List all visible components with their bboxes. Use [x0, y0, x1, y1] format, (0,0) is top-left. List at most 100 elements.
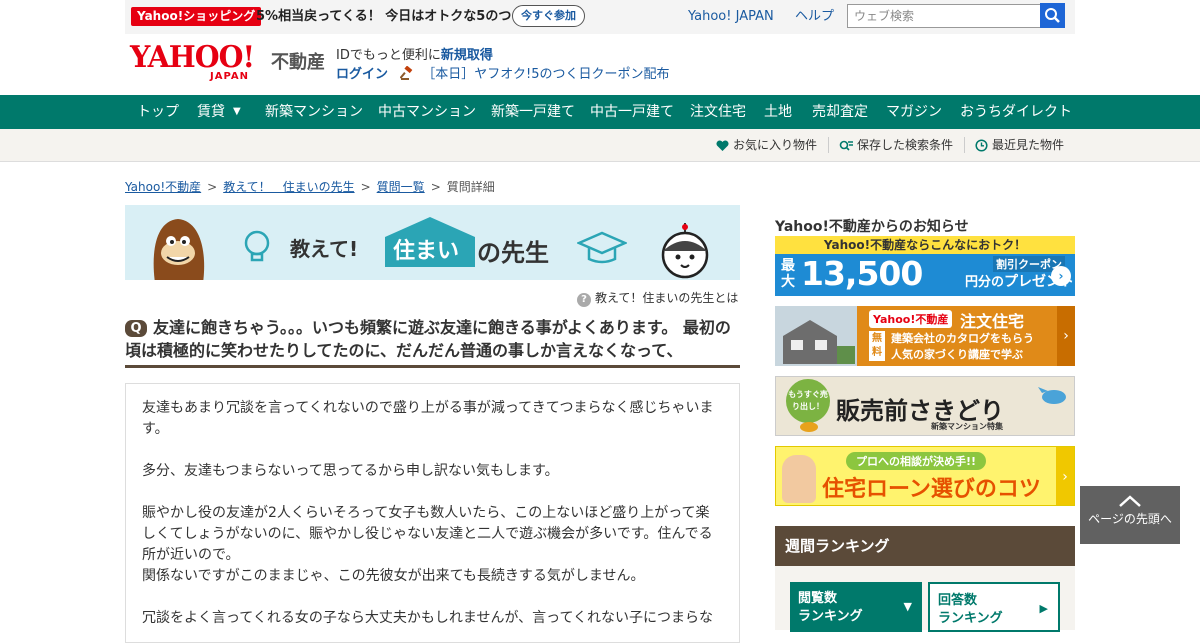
help-icon: ?: [577, 293, 591, 307]
coupon-amount: 13,500: [801, 254, 923, 293]
breadcrumb-separator: >: [207, 180, 218, 194]
heart-icon: [716, 140, 729, 151]
chevron-right-icon: ▶: [1039, 602, 1048, 615]
recent-label: 最近見た物件: [992, 138, 1065, 152]
nav-ouchi-direct[interactable]: おうちダイレクト: [960, 95, 1072, 129]
banner-title-part1: 教えて!: [290, 237, 359, 261]
banner-title-part3: の先生: [477, 239, 549, 267]
advisor-illustration-icon: [782, 455, 816, 503]
favorites-label: お気に入り物件: [733, 138, 818, 152]
divider: [828, 137, 829, 153]
logo-japan: JAPAN: [210, 71, 249, 82]
loan-title: 住宅ローン選びのコツ: [822, 477, 1041, 502]
sumai-sensei-banner[interactable]: 教えて! 住まい の先生: [125, 205, 740, 280]
nav-used-house[interactable]: 中古一戸建て: [590, 95, 674, 129]
chevron-up-icon: [1119, 495, 1141, 507]
about-sensei-label: 教えて！住まいの先生とは: [595, 291, 739, 305]
login-link[interactable]: ログイン: [336, 67, 388, 82]
notice-heading: Yahoo!不動産からのお知らせ: [775, 219, 969, 235]
service-name: 不動産: [271, 52, 325, 73]
nav-new-mansion[interactable]: 新築マンション: [265, 95, 363, 129]
logo-wordmark: YAHOO!: [130, 40, 255, 75]
coupon-max: 最大: [781, 258, 795, 290]
search-icon: [1045, 8, 1060, 23]
house-photo-icon: [775, 306, 857, 366]
free-badge: 無料: [869, 331, 885, 361]
help-link[interactable]: ヘルプ: [795, 8, 834, 26]
lightbulb-icon: [244, 230, 270, 262]
nav-magazine[interactable]: マガジン: [886, 95, 942, 129]
question-paragraph: 友達もあまり冗談を言ってくれないので盛り上がる事が減ってきてつまらなく感じちゃい…: [142, 400, 714, 437]
nav-top[interactable]: トップ: [137, 95, 179, 129]
bird-icon: [800, 422, 818, 432]
recent-link[interactable]: 最近見た物件: [975, 137, 1064, 153]
question-title: Q 友達に飽きちゃう。。。いつも頻繁に遊ぶ友達に飽きる事がよくあります。 最初の頃…: [125, 316, 740, 362]
question-title-text: 友達に飽きちゃう。。。いつも頻繁に遊ぶ友達に飽きる事がよくあります。 最初の頃は…: [125, 318, 731, 360]
divider: [964, 137, 965, 153]
question-paragraph: 多分、友達もつまらないって思ってるから申し訳ない気もします。: [142, 463, 559, 479]
banner-title-part2: 住まい: [393, 239, 460, 264]
favorites-link[interactable]: お気に入り物件: [716, 137, 817, 153]
nav-rental[interactable]: 賃貸: [197, 95, 225, 129]
join-now-button[interactable]: 今すぐ参加: [512, 5, 585, 27]
gavel-icon: [400, 66, 413, 80]
nav-new-house[interactable]: 新築一戸建て: [491, 95, 575, 129]
nav-land[interactable]: 土地: [764, 95, 792, 129]
chevron-right-icon: ›: [1056, 447, 1074, 505]
pre-sale-ad[interactable]: もうすぐ売り出し！ 販売前さきどり 新築マンション特集: [775, 376, 1075, 436]
id-promo: IDでもっと便利に新規取得: [336, 44, 493, 63]
tab-view-ranking-label: 閲覧数 ランキング: [798, 591, 863, 624]
chevron-right-icon: ›: [1051, 266, 1071, 286]
question-badge: Q: [125, 320, 147, 337]
yahoo-japan-link[interactable]: Yahoo! JAPAN: [688, 8, 774, 26]
promo-text[interactable]: 5%相当戻ってくる！ 今日はオトクな5のつく日: [256, 7, 537, 26]
auction-notice-link[interactable]: ［本日］ヤフオク!5のつく日クーポン配布: [422, 67, 669, 82]
search-button[interactable]: [1040, 3, 1065, 28]
custom-house-brand: Yahoo!不動産: [869, 310, 953, 328]
saved-search-link[interactable]: 保存した検索条件: [839, 137, 953, 153]
question-paragraph: 賑やかし役の友達が2人くらいそろって女子も数人いたら、この上ないほど盛り上がって…: [142, 505, 713, 584]
breadcrumb-home[interactable]: Yahoo!不動産: [125, 180, 201, 194]
chevron-down-icon: ▼: [903, 600, 912, 613]
mascot-character-icon: [153, 219, 205, 280]
main-nav: トップ 賃貸 ▼ 新築マンション 中古マンション 新築一戸建て 中古一戸建て 注…: [0, 95, 1200, 129]
chevron-right-icon: ›: [1057, 306, 1075, 366]
pre-sale-sub: 新築マンション特集: [931, 422, 1003, 431]
weekly-ranking-heading: 週間ランキング: [775, 526, 1075, 566]
nav-used-mansion[interactable]: 中古マンション: [378, 95, 476, 129]
yahoo-logo[interactable]: YAHOO! JAPAN: [130, 40, 268, 86]
saved-search-label: 保存した検索条件: [857, 138, 954, 152]
back-to-top-label: ページの先頭へ: [1088, 512, 1172, 526]
custom-house-line2: 人気の家づくり講座で学ぶ: [891, 348, 1023, 361]
custom-house-line1: 建築会社のカタログをもらう: [891, 332, 1034, 345]
ranking-tabs: 閲覧数 ランキング ▼ 回答数 ランキング ▶: [775, 566, 1075, 632]
id-prefix-text: IDでもっと便利に: [336, 48, 441, 63]
chevron-down-icon[interactable]: ▼: [233, 95, 241, 129]
tab-view-ranking[interactable]: 閲覧数 ランキング ▼: [790, 582, 922, 632]
breadcrumb-current: 質問詳細: [446, 180, 495, 194]
loan-ad[interactable]: プロへの相談が決め手!! 住宅ローン選びのコツ ›: [775, 446, 1075, 506]
shopping-badge[interactable]: Yahoo!ショッピング: [131, 7, 262, 26]
breadcrumb-question-list[interactable]: 質問一覧: [377, 180, 425, 194]
tab-answer-ranking-label: 回答数 ランキング: [938, 593, 1003, 626]
login-row: ログイン ［本日］ヤフオク!5のつく日クーポン配布: [336, 63, 670, 82]
tab-answer-ranking[interactable]: 回答数 ランキング ▶: [928, 582, 1060, 632]
clock-icon: [975, 139, 988, 152]
breadcrumb-separator: >: [360, 180, 371, 194]
breadcrumb: Yahoo!不動産 > 教えて！ 住まいの先生 > 質問一覧 > 質問詳細: [125, 178, 495, 195]
question-body: 友達もあまり冗談を言ってくれないので盛り上がる事が減ってきてつまらなく感じちゃい…: [125, 383, 740, 643]
signup-link[interactable]: 新規取得: [441, 48, 493, 63]
nav-custom-house[interactable]: 注文住宅: [690, 95, 746, 129]
breadcrumb-sensei[interactable]: 教えて！ 住まいの先生: [223, 180, 354, 194]
back-to-top-button[interactable]: ページの先頭へ: [1080, 486, 1180, 544]
breadcrumb-separator: >: [430, 180, 441, 194]
coupon-ad[interactable]: Yahoo!不動産ならこんなにおトク！ 最大 13,500 割引クーポン 円分の…: [775, 236, 1075, 296]
question-paragraph: 冗談をよく言ってくれる女の子なら大丈夫かもしれませんが、言ってくれない子につまら…: [142, 610, 714, 626]
web-search-input[interactable]: [847, 4, 1041, 28]
custom-house-ad[interactable]: Yahoo!不動産 注文住宅 無料 建築会社のカタログをもらう 人気の家づくり講…: [775, 306, 1075, 366]
robot-character-icon: [661, 223, 709, 279]
nav-appraisal[interactable]: 売却査定: [812, 95, 868, 129]
about-sensei-link[interactable]: ? 教えて！住まいの先生とは: [577, 289, 738, 307]
top-bar: Yahoo!ショッピング 5%相当戻ってくる！ 今日はオトクな5のつく日 今すぐ…: [125, 0, 1075, 34]
saved-search-icon: [839, 140, 853, 151]
